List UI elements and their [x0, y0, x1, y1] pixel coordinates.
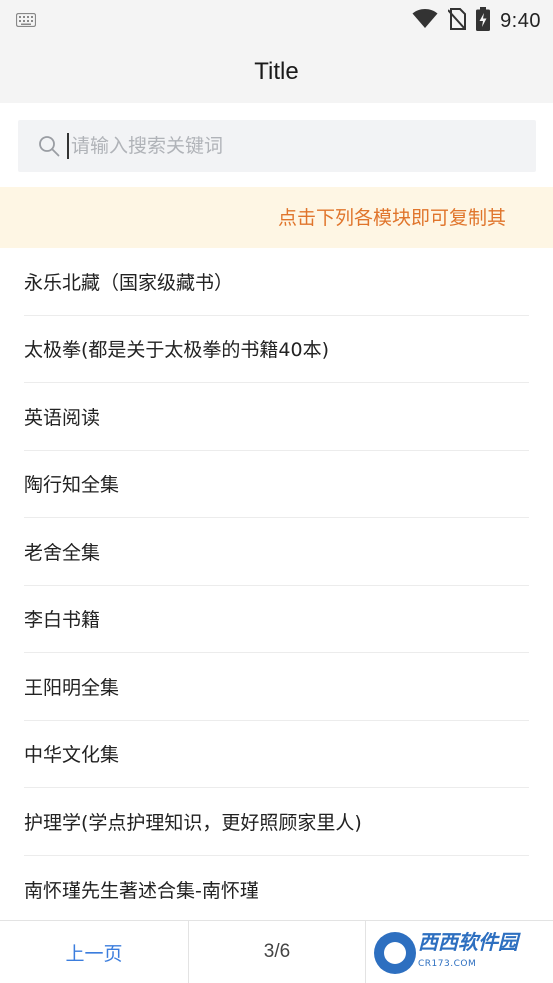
- list-item[interactable]: 英语阅读: [24, 383, 529, 451]
- battery-charging-icon: [476, 7, 491, 35]
- keyboard-icon: [15, 12, 37, 31]
- list-item[interactable]: 太极拳(都是关于太极拳的书籍40本): [24, 316, 529, 383]
- notice-bar: 点击下列各模块即可复制其: [0, 187, 553, 248]
- list-item[interactable]: 永乐北藏（国家级藏书）: [24, 248, 529, 316]
- watermark-logo-icon: [374, 932, 416, 974]
- status-time: 9:40: [500, 9, 541, 32]
- search-input[interactable]: [69, 135, 511, 157]
- book-list: 永乐北藏（国家级藏书） 太极拳(都是关于太极拳的书籍40本) 英语阅读 陶行知全…: [0, 248, 553, 920]
- wifi-icon: [412, 9, 438, 33]
- watermark-brand-text: 西西软件园: [418, 930, 518, 954]
- list-item[interactable]: 南怀瑾先生著述合集-南怀瑾: [24, 856, 529, 921]
- pagination-bar: 上一页 3/6 西西软件园 CR173.COM: [0, 920, 553, 983]
- search-section: [0, 103, 553, 187]
- list-item[interactable]: 李白书籍: [24, 586, 529, 653]
- prev-page-button[interactable]: 上一页: [0, 921, 189, 983]
- page-title: Title: [254, 57, 299, 85]
- list-item[interactable]: 陶行知全集: [24, 451, 529, 518]
- status-bar: 9:40: [0, 0, 553, 40]
- search-box[interactable]: [18, 120, 536, 172]
- watermark-brand: 西西软件园 CR173.COM: [418, 931, 518, 975]
- no-sim-icon: [447, 8, 467, 34]
- list-item[interactable]: 中华文化集: [24, 721, 529, 788]
- status-icons: 9:40: [412, 7, 541, 35]
- list-item[interactable]: 王阳明全集: [24, 653, 529, 721]
- list-item[interactable]: 老舍全集: [24, 518, 529, 586]
- title-bar: Title: [0, 40, 553, 103]
- notice-text: 点击下列各模块即可复制其: [278, 207, 507, 229]
- search-icon: [38, 135, 60, 157]
- next-page-button[interactable]: 西西软件园 CR173.COM: [365, 921, 553, 983]
- watermark-logo: 西西软件园 CR173.COM: [374, 931, 518, 975]
- watermark-sub: CR173.COM: [418, 959, 477, 969]
- page-indicator: 3/6: [263, 941, 291, 962]
- list-item[interactable]: 护理学(学点护理知识，更好照顾家里人): [24, 788, 529, 856]
- app-screen: 9:40 Title 点击下列各模块即可复制其 永乐北藏（国家级藏书） 太极拳(…: [0, 0, 553, 983]
